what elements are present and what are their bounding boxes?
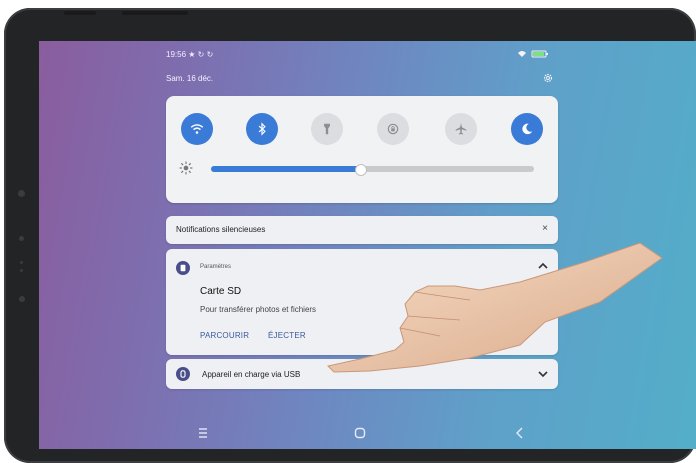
flashlight-toggle[interactable]	[311, 113, 343, 145]
settings-app-icon	[176, 261, 190, 275]
usb-notification-title: Appareil en charge via USB	[202, 370, 301, 379]
sensor-dot	[19, 296, 25, 302]
status-icons: ★ ↻ ↻	[188, 50, 214, 59]
notification-app-name: Paramètres	[200, 264, 232, 270]
quick-settings-panel	[166, 96, 558, 203]
wifi-signal-icon	[518, 51, 526, 57]
brightness-handle[interactable]	[354, 164, 367, 176]
sensor-dot	[19, 236, 24, 241]
chevron-up-icon[interactable]	[538, 261, 548, 271]
status-bar-left: 19:56 ★ ↻ ↻	[166, 50, 213, 59]
gear-icon[interactable]	[542, 72, 554, 84]
brightness-slider[interactable]	[211, 164, 534, 176]
usb-icon	[176, 367, 190, 381]
rotation-lock-icon	[387, 123, 399, 135]
navigation-bar	[39, 417, 696, 449]
brightness-fill	[211, 166, 360, 172]
recent-apps-icon[interactable]	[196, 426, 210, 440]
bluetooth-icon	[258, 122, 266, 136]
wifi-icon	[190, 124, 204, 134]
chevron-down-icon[interactable]	[538, 369, 548, 379]
date-label: Sam. 16 déc.	[166, 74, 214, 83]
rotation-lock-toggle[interactable]	[377, 113, 409, 145]
silent-notifications-header: Notifications silencieuses ×	[166, 216, 558, 244]
brightness-icon	[179, 161, 193, 175]
night-mode-icon	[522, 123, 533, 135]
usb-charging-notification[interactable]: Appareil en charge via USB	[166, 359, 558, 389]
screen: 19:56 ★ ↻ ↻ Sam. 16 déc. Notifications s…	[39, 41, 696, 449]
notification-text: Pour transférer photos et fichiers	[200, 305, 317, 314]
sd-card-notification[interactable]: Paramètres Carte SD Pour transférer phot…	[166, 249, 558, 355]
bluetooth-toggle[interactable]	[246, 113, 278, 145]
tablet-frame: 19:56 ★ ↻ ↻ Sam. 16 déc. Notifications s…	[4, 8, 696, 463]
front-camera	[18, 190, 25, 197]
airplane-mode-toggle[interactable]	[445, 113, 477, 145]
back-icon[interactable]	[513, 426, 527, 440]
night-mode-toggle[interactable]	[511, 113, 543, 145]
home-icon[interactable]	[353, 426, 367, 440]
notification-title: Carte SD	[200, 286, 242, 297]
tablet-power-button	[122, 11, 188, 15]
sensor-dot-small	[20, 261, 23, 264]
flashlight-icon	[324, 123, 330, 135]
browse-button[interactable]: PARCOURIR	[200, 331, 249, 340]
airplane-mode-icon	[455, 123, 467, 135]
status-bar-right	[517, 49, 553, 60]
sensor-dot-small	[20, 269, 23, 272]
tablet-volume-button	[64, 11, 96, 15]
wifi-toggle[interactable]	[181, 113, 213, 145]
eject-button[interactable]: ÉJECTER	[268, 331, 306, 340]
silent-notifications-title: Notifications silencieuses	[176, 225, 266, 234]
close-icon[interactable]: ×	[542, 223, 548, 234]
status-time: 19:56	[166, 50, 187, 59]
